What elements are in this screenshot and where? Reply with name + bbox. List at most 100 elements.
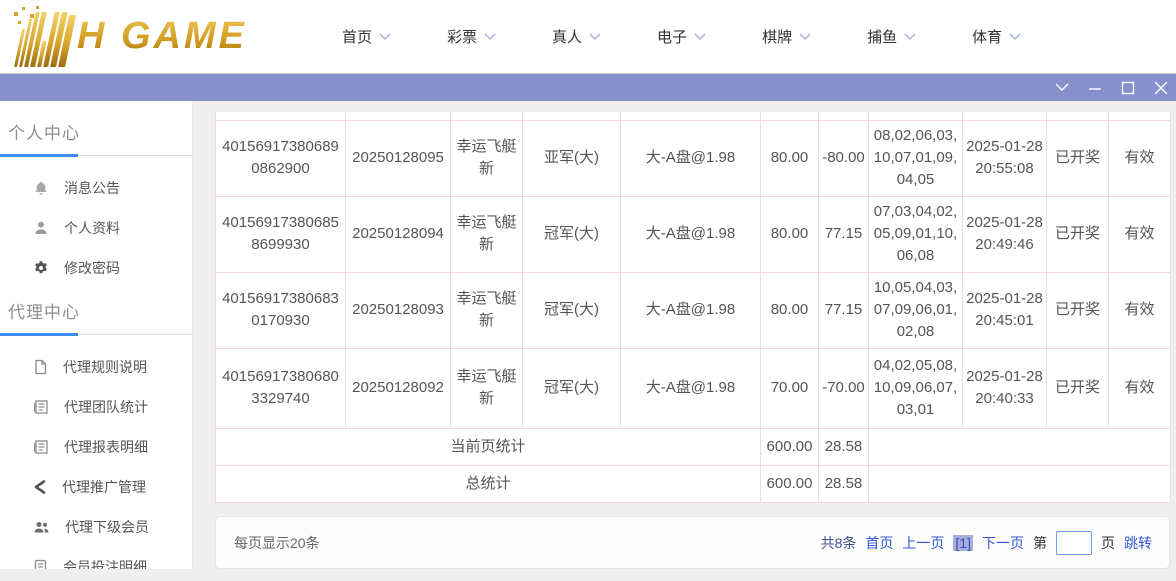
sidebar-item-label: 代理推广管理 — [62, 477, 146, 497]
document-icon — [33, 359, 48, 375]
logo[interactable]: H GAME — [6, 4, 296, 70]
users-icon — [33, 519, 50, 535]
nav-item-label: 捕鱼 — [867, 26, 897, 47]
sidebar-item-label: 代理报表明细 — [64, 437, 148, 457]
sidebar-item-agent-members[interactable]: 代理下级会员 — [0, 507, 192, 547]
nav-item-lottery[interactable]: 彩票 — [447, 26, 496, 47]
table-row: 401569173806858699930 20250128094 幸运飞艇新 … — [216, 196, 1171, 272]
cell-time: 2025-01-28 20:40:33 — [963, 348, 1047, 428]
sidebar-item-label: 代理规则说明 — [63, 357, 147, 377]
cell-valid: 有效 — [1109, 196, 1171, 272]
gear-icon — [33, 260, 49, 276]
chevron-down-icon — [484, 33, 496, 41]
sidebar-item-label: 会员投注明细 — [63, 557, 147, 569]
nav-item-home[interactable]: 首页 — [342, 26, 391, 47]
summary-row-current-page: 当前页统计 600.00 28.58 — [216, 428, 1171, 465]
pagination-first[interactable]: 首页 — [865, 533, 893, 553]
cell-order-id: 401569173806890862900 — [216, 120, 346, 196]
chevron-down-icon — [379, 33, 391, 41]
report-icon — [33, 439, 49, 455]
section-underline — [0, 155, 192, 156]
sidebar-item-agent-rules[interactable]: 代理规则说明 — [0, 347, 192, 387]
summary-amount: 600.00 — [761, 465, 819, 502]
summary-row-total: 总统计 600.00 28.58 — [216, 465, 1171, 502]
cell-order-id: 401569173806803329740 — [216, 348, 346, 428]
page-number-input[interactable] — [1056, 531, 1092, 555]
pagination-jump-button[interactable]: 跳转 — [1124, 533, 1152, 553]
bell-icon — [33, 180, 49, 196]
summary-profit: 28.58 — [819, 465, 869, 502]
sidebar-item-messages[interactable]: 消息公告 — [0, 168, 192, 208]
cell-valid: 有效 — [1109, 348, 1171, 428]
section-underline — [0, 334, 192, 335]
cell-profit: -70.00 — [819, 348, 869, 428]
summary-empty — [869, 465, 1171, 502]
cell-status: 已开奖 — [1047, 272, 1109, 348]
sidebar-item-member-bet-detail[interactable]: 会员投注明细 — [0, 547, 192, 569]
pagination-next[interactable]: 下一页 — [982, 533, 1024, 553]
pagination-prev[interactable]: 上一页 — [902, 533, 944, 553]
maximize-icon[interactable] — [1121, 81, 1135, 95]
table-row: 401569173806830170930 20250128093 幸运飞艇新 … — [216, 272, 1171, 348]
sidebar-item-label: 个人资料 — [64, 218, 120, 238]
nav-item-label: 彩票 — [447, 26, 477, 47]
cell-numbers: 08,02,06,03,10,07,01,09,04,05 — [869, 120, 963, 196]
table-row: 401569173806803329740 20250128092 幸运飞艇新 … — [216, 348, 1171, 428]
nav-item-label: 体育 — [972, 26, 1002, 47]
collapse-chevron-icon[interactable] — [1055, 81, 1069, 95]
sidebar: 个人中心 消息公告 个人资料 修改密码 代理中心 代理规则说明 代理团队统计 代… — [0, 101, 193, 569]
pagination-jump-prefix: 第 — [1033, 533, 1047, 553]
nav-item-electronic[interactable]: 电子 — [657, 26, 706, 47]
cell-time: 2025-01-28 20:55:08 — [963, 120, 1047, 196]
minimize-icon[interactable] — [1088, 81, 1102, 95]
sidebar-section-title-agent: 代理中心 — [0, 298, 192, 323]
sidebar-item-label: 消息公告 — [64, 178, 120, 198]
cell-numbers: 07,03,04,02,05,09,01,10,06,08 — [869, 196, 963, 272]
cell-issue: 20250128094 — [346, 196, 451, 272]
cell-numbers: 10,05,04,03,07,09,06,01,02,08 — [869, 272, 963, 348]
chevron-down-icon — [589, 33, 601, 41]
sidebar-item-agent-team-stats[interactable]: 代理团队统计 — [0, 387, 192, 427]
logo-dot — [36, 6, 39, 9]
sidebar-item-agent-promotion[interactable]: 代理推广管理 — [0, 467, 192, 507]
summary-profit: 28.58 — [819, 428, 869, 465]
cell-issue: 20250128095 — [346, 120, 451, 196]
list-icon — [33, 559, 48, 569]
cell-time: 2025-01-28 20:45:01 — [963, 272, 1047, 348]
cell-numbers: 04,02,05,08,10,09,06,07,03,01 — [869, 348, 963, 428]
sidebar-item-agent-report-detail[interactable]: 代理报表明细 — [0, 427, 192, 467]
close-icon[interactable] — [1154, 81, 1168, 95]
report-icon — [33, 399, 49, 415]
nav-item-cards[interactable]: 棋牌 — [762, 26, 811, 47]
app-header: H GAME 首页 彩票 真人 电子 棋牌 捕鱼 体育 — [0, 0, 1176, 73]
nav-item-label: 电子 — [657, 26, 687, 47]
logo-dot — [18, 21, 21, 24]
nav-item-fishing[interactable]: 捕鱼 — [867, 26, 916, 47]
summary-amount: 600.00 — [761, 428, 819, 465]
summary-label: 总统计 — [216, 465, 761, 502]
cell-play: 冠军(大) — [523, 196, 621, 272]
sidebar-item-profile[interactable]: 个人资料 — [0, 208, 192, 248]
nav-item-sports[interactable]: 体育 — [972, 26, 1021, 47]
table-row-clipped — [216, 112, 1171, 120]
cell-play: 亚军(大) — [523, 120, 621, 196]
main-nav: 首页 彩票 真人 电子 棋牌 捕鱼 体育 — [342, 26, 1021, 47]
chevron-down-icon — [799, 33, 811, 41]
cell-order-id: 401569173806830170930 — [216, 272, 346, 348]
chevron-down-icon — [694, 33, 706, 41]
cell-amount: 70.00 — [761, 348, 819, 428]
cell-odds: 大-A盘@1.98 — [621, 196, 761, 272]
chevron-down-icon — [904, 33, 916, 41]
cell-order-id: 401569173806858699930 — [216, 196, 346, 272]
bet-records-table: 401569173806890862900 20250128095 幸运飞艇新 … — [215, 112, 1171, 503]
cell-profit: 77.15 — [819, 272, 869, 348]
cell-time: 2025-01-28 20:49:46 — [963, 196, 1047, 272]
cell-status: 已开奖 — [1047, 120, 1109, 196]
sidebar-item-change-password[interactable]: 修改密码 — [0, 248, 192, 288]
summary-label: 当前页统计 — [216, 428, 761, 465]
sidebar-section-title-personal: 个人中心 — [0, 119, 192, 144]
cell-status: 已开奖 — [1047, 196, 1109, 272]
share-icon — [33, 479, 47, 495]
nav-item-live[interactable]: 真人 — [552, 26, 601, 47]
user-icon — [33, 220, 49, 236]
